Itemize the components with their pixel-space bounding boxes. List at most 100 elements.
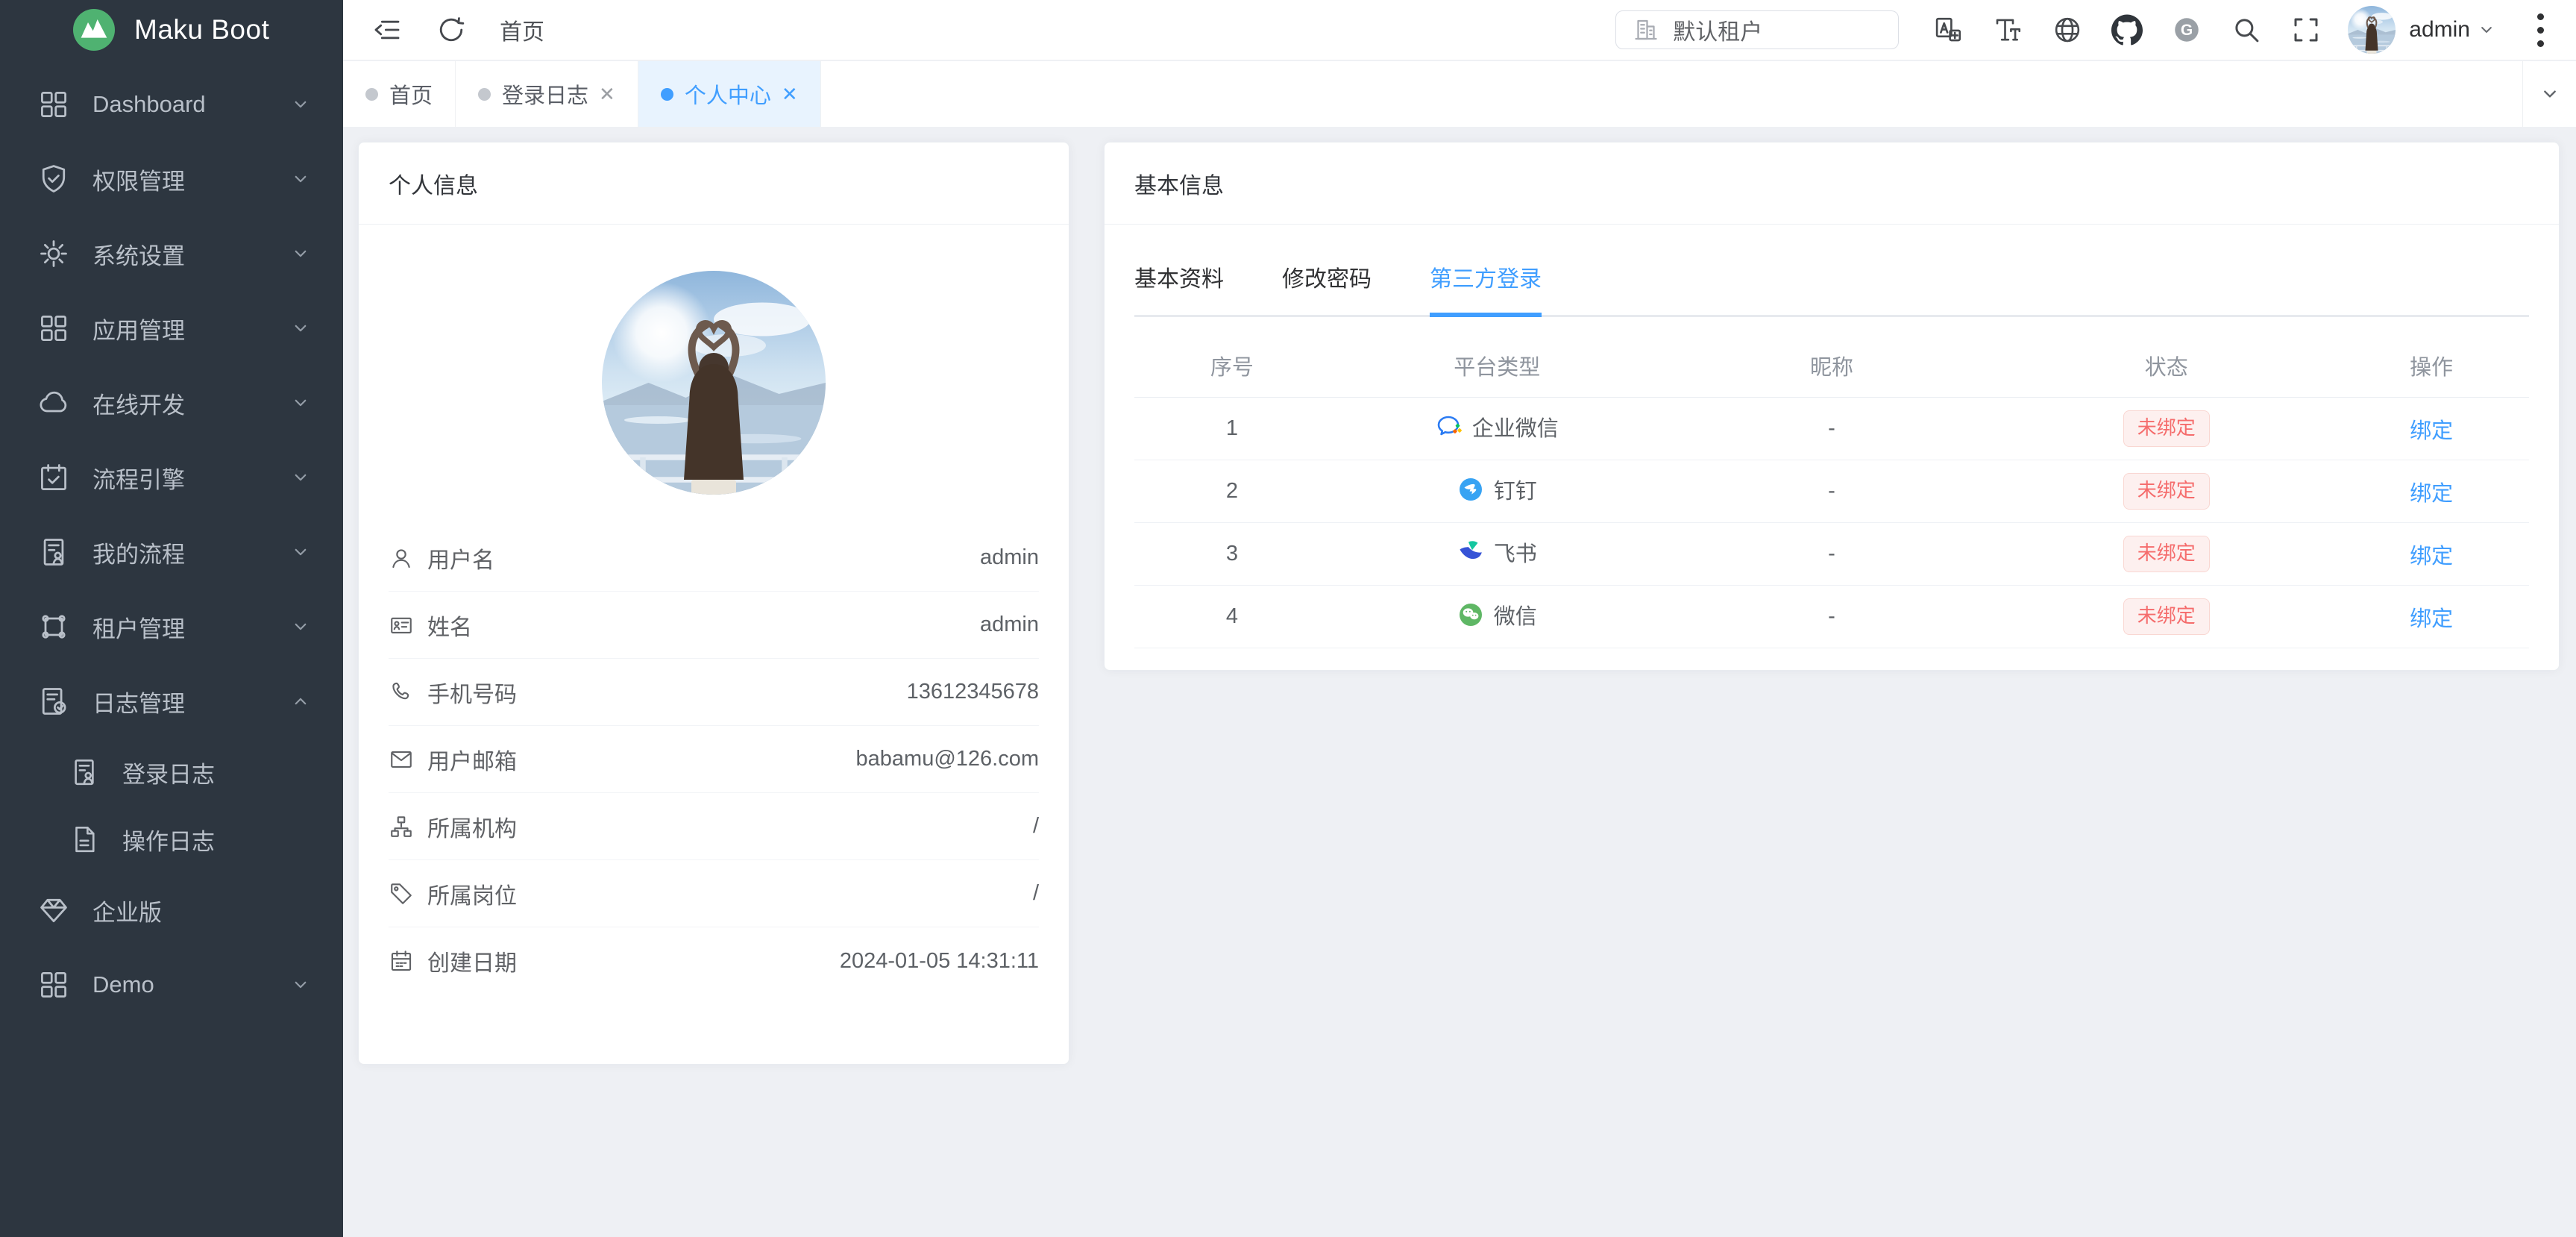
table-header-row: 序号 平台类型 昵称 状态 操作 bbox=[1134, 333, 2529, 398]
tab-dot bbox=[365, 88, 378, 101]
more-options-button[interactable] bbox=[2525, 10, 2555, 49]
sidebar-item-login-log[interactable]: 登录日志 bbox=[0, 739, 343, 806]
chevron-down-icon bbox=[289, 93, 312, 116]
grid-icon bbox=[37, 88, 70, 121]
sidebar-item-operation-log[interactable]: 操作日志 bbox=[0, 806, 343, 873]
translate-button[interactable] bbox=[1918, 7, 1978, 52]
chevron-down-icon bbox=[289, 168, 312, 190]
tab-login-log[interactable]: 登录日志 ✕ bbox=[456, 61, 638, 127]
grid-icon bbox=[37, 312, 70, 345]
profile-card-title: 个人信息 bbox=[389, 167, 478, 200]
avatar-wrap bbox=[359, 225, 1069, 524]
kebab-dot bbox=[2537, 40, 2544, 47]
tab-bar: 首页 登录日志 ✕ 个人中心 ✕ bbox=[343, 61, 2576, 127]
header: 首页 默认租户 admin bbox=[343, 0, 2576, 60]
building-icon bbox=[1633, 16, 1659, 43]
sidebar-item-dashboard[interactable]: Dashboard bbox=[0, 67, 343, 142]
sidebar-item-system-settings[interactable]: 系统设置 bbox=[0, 216, 343, 291]
avatar bbox=[2348, 6, 2396, 54]
status-badge: 未绑定 bbox=[2123, 598, 2210, 634]
close-icon[interactable]: ✕ bbox=[599, 83, 615, 106]
table-row: 3 飞书 - 未绑定 绑定 bbox=[1134, 523, 2529, 586]
chevron-up-icon bbox=[289, 690, 312, 713]
status-badge: 未绑定 bbox=[2123, 536, 2210, 571]
field-create-date: 创建日期 2024-01-05 14:31:11 bbox=[389, 927, 1039, 995]
sidebar-item-log-management[interactable]: 日志管理 bbox=[0, 664, 343, 739]
id-card-icon bbox=[389, 613, 414, 638]
sidebar-item-permissions[interactable]: 权限管理 bbox=[0, 142, 343, 216]
chevron-down-icon bbox=[289, 242, 312, 265]
sidebar-collapse-button[interactable] bbox=[370, 13, 404, 47]
collapse-icon bbox=[372, 15, 402, 45]
status-badge: 未绑定 bbox=[2123, 473, 2210, 509]
info-tabs: 基本资料 修改密码 第三方登录 bbox=[1134, 225, 2529, 317]
github-button[interactable] bbox=[2097, 7, 2157, 52]
document-user-icon bbox=[37, 536, 70, 569]
bind-link[interactable]: 绑定 bbox=[2410, 419, 2453, 443]
profile-card: 个人信息 用户名 admin 姓名 admin 手机号码 13612345678… bbox=[358, 142, 1069, 1065]
status-badge: 未绑定 bbox=[2123, 410, 2210, 446]
user-name: admin bbox=[2409, 17, 2470, 43]
user-menu[interactable]: admin bbox=[2348, 6, 2497, 54]
fullscreen-button[interactable] bbox=[2276, 7, 2336, 52]
tab-home[interactable]: 首页 bbox=[343, 61, 456, 127]
tenant-select-value: 默认租户 bbox=[1673, 13, 1762, 46]
field-username: 用户名 admin bbox=[389, 524, 1039, 592]
sidebar-item-app-management[interactable]: 应用管理 bbox=[0, 291, 343, 366]
profile-card-header: 个人信息 bbox=[359, 143, 1069, 225]
frame-icon bbox=[37, 610, 70, 643]
bind-link[interactable]: 绑定 bbox=[2410, 482, 2453, 506]
tab-change-password[interactable]: 修改密码 bbox=[1282, 260, 1372, 317]
globe-icon bbox=[2052, 14, 2083, 46]
font-size-button[interactable] bbox=[1978, 7, 2038, 52]
gitee-icon bbox=[2171, 14, 2202, 46]
refresh-button[interactable] bbox=[434, 13, 468, 47]
chevron-down-icon bbox=[289, 616, 312, 638]
field-realname: 姓名 admin bbox=[389, 592, 1039, 659]
sidebar-item-tenant-management[interactable]: 租户管理 bbox=[0, 589, 343, 664]
sidebar-item-enterprise[interactable]: 企业版 bbox=[0, 873, 343, 948]
calendar-icon bbox=[389, 948, 414, 974]
field-post: 所属岗位 / bbox=[389, 860, 1039, 927]
tenant-select[interactable]: 默认租户 bbox=[1615, 10, 1899, 49]
wecom-icon bbox=[1436, 413, 1463, 440]
app-logo[interactable]: Maku Boot bbox=[0, 0, 343, 60]
bind-link[interactable]: 绑定 bbox=[2410, 545, 2453, 569]
close-icon[interactable]: ✕ bbox=[782, 83, 798, 106]
tab-basic-profile[interactable]: 基本资料 bbox=[1134, 260, 1224, 317]
calendar-check-icon bbox=[37, 461, 70, 494]
chevron-down-icon bbox=[2476, 19, 2497, 40]
profile-avatar[interactable] bbox=[602, 271, 826, 495]
sidebar-item-my-workflow[interactable]: 我的流程 bbox=[0, 515, 343, 589]
document-user-icon bbox=[69, 757, 100, 788]
basic-info-card-title: 基本信息 bbox=[1134, 167, 1224, 200]
sidebar-item-demo[interactable]: Demo bbox=[0, 948, 343, 1022]
log-management-submenu: 登录日志 操作日志 bbox=[0, 739, 343, 873]
basic-info-card: 基本信息 基本资料 修改密码 第三方登录 序号 平台类型 昵称 状态 操作 1 … bbox=[1104, 142, 2560, 671]
shield-check-icon bbox=[37, 163, 70, 195]
font-size-icon bbox=[1992, 14, 2023, 46]
sidebar-item-workflow-engine[interactable]: 流程引擎 bbox=[0, 440, 343, 515]
fullscreen-icon bbox=[2290, 14, 2322, 46]
document-check-icon bbox=[37, 685, 70, 718]
gitee-button[interactable] bbox=[2157, 7, 2217, 52]
third-party-table: 序号 平台类型 昵称 状态 操作 1 企业微信 - 未绑定 绑定 2 钉钉 - … bbox=[1134, 333, 2529, 648]
chevron-down-icon bbox=[289, 392, 312, 414]
gear-icon bbox=[37, 237, 70, 270]
tab-personal-center[interactable]: 个人中心 ✕ bbox=[638, 61, 821, 127]
table-row: 1 企业微信 - 未绑定 绑定 bbox=[1134, 398, 2529, 460]
tab-third-party-login[interactable]: 第三方登录 bbox=[1430, 260, 1542, 317]
search-button[interactable] bbox=[2217, 7, 2276, 52]
mail-icon bbox=[389, 747, 414, 772]
breadcrumb[interactable]: 首页 bbox=[500, 13, 544, 46]
search-icon bbox=[2231, 14, 2262, 46]
table-row: 4 微信 - 未绑定 绑定 bbox=[1134, 586, 2529, 648]
language-button[interactable] bbox=[2038, 7, 2097, 52]
user-icon bbox=[389, 545, 414, 571]
sidebar-item-online-dev[interactable]: 在线开发 bbox=[0, 366, 343, 440]
chevron-down-icon bbox=[289, 466, 312, 489]
tab-options-button[interactable] bbox=[2522, 61, 2576, 127]
bind-link[interactable]: 绑定 bbox=[2410, 607, 2453, 631]
document-lines-icon bbox=[69, 824, 100, 855]
wechat-icon bbox=[1457, 601, 1484, 628]
